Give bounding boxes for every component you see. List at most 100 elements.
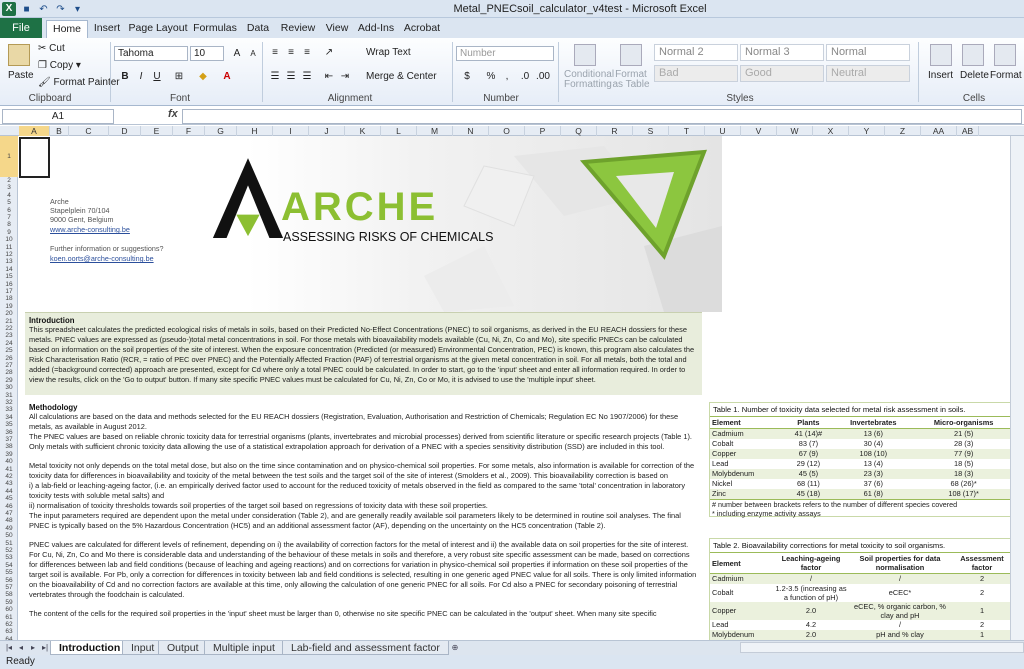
insert-button[interactable]: Insert — [928, 70, 953, 81]
column-header[interactable]: E — [141, 126, 173, 136]
column-header[interactable]: AB — [957, 126, 979, 136]
undo-icon[interactable]: ↶ — [37, 3, 50, 16]
column-header[interactable]: Q — [561, 126, 597, 136]
wrap-text-button[interactable]: Wrap Text — [366, 47, 411, 58]
comma-icon[interactable]: , — [500, 70, 514, 84]
row-header[interactable]: 57 — [0, 584, 18, 591]
qat-dropdown-icon[interactable]: ▾ — [71, 3, 84, 16]
tab-view[interactable]: View — [322, 18, 352, 38]
format-as-table-button[interactable]: Format as Table — [612, 70, 650, 90]
style-normal[interactable]: Normal — [826, 44, 910, 61]
underline-icon[interactable]: U — [150, 70, 164, 84]
font-name-select[interactable]: Tahoma — [114, 46, 188, 61]
percent-icon[interactable]: % — [484, 70, 498, 84]
row-header[interactable]: 49 — [0, 525, 18, 532]
website-link[interactable]: www.arche-consulting.be — [50, 225, 130, 234]
column-header[interactable]: W — [777, 126, 813, 136]
row-header[interactable]: 25 — [0, 347, 18, 354]
row-header[interactable]: 56 — [0, 577, 18, 584]
copy-button[interactable]: ❐ Copy ▾ — [38, 60, 81, 71]
align-middle-icon[interactable]: ≡ — [284, 46, 298, 60]
new-sheet-icon[interactable]: ⊕ — [448, 642, 462, 654]
cut-button[interactable]: ✂ Cut — [38, 43, 65, 54]
tab-formulas[interactable]: Formulas — [192, 18, 238, 38]
column-header[interactable]: U — [705, 126, 741, 136]
tab-data[interactable]: Data — [242, 18, 274, 38]
style-neutral[interactable]: Neutral — [826, 65, 910, 82]
italic-icon[interactable]: I — [134, 70, 148, 84]
row-header[interactable]: 47 — [0, 510, 18, 517]
tab-acrobat[interactable]: Acrobat — [400, 18, 444, 38]
row-header[interactable]: 52 — [0, 547, 18, 554]
row-header[interactable]: 2 — [0, 177, 18, 184]
first-sheet-icon[interactable]: |◂ — [4, 642, 14, 654]
grow-font-icon[interactable]: A — [230, 47, 244, 61]
align-left-icon[interactable]: ☰ — [268, 70, 282, 84]
style-bad[interactable]: Bad — [654, 65, 738, 82]
row-header[interactable]: 42 — [0, 473, 18, 480]
format-button[interactable]: Format — [990, 70, 1022, 81]
decrease-indent-icon[interactable]: ⇤ — [322, 70, 336, 84]
row-header[interactable]: 31 — [0, 392, 18, 399]
tab-review[interactable]: Review — [278, 18, 318, 38]
align-top-icon[interactable]: ≡ — [268, 46, 282, 60]
font-color-icon[interactable]: A — [220, 70, 234, 84]
selected-cell-a1[interactable] — [19, 137, 50, 178]
number-format-select[interactable]: Number — [456, 46, 554, 61]
row-header[interactable]: 61 — [0, 614, 18, 621]
row-header[interactable]: 13 — [0, 258, 18, 265]
sheet-tab-introduction[interactable]: Introduction — [50, 641, 130, 655]
tab-add-ins[interactable]: Add-Ins — [356, 18, 396, 38]
row-header[interactable]: 37 — [0, 436, 18, 443]
style-normal-3[interactable]: Normal 3 — [740, 44, 824, 61]
row-header[interactable]: 23 — [0, 332, 18, 339]
row-header[interactable]: 28 — [0, 369, 18, 376]
align-right-icon[interactable]: ☰ — [300, 70, 314, 84]
row-header[interactable]: 46 — [0, 503, 18, 510]
row-header[interactable]: 62 — [0, 621, 18, 628]
merge-center-button[interactable]: Merge & Center — [366, 71, 437, 82]
last-sheet-icon[interactable]: ▸| — [40, 642, 50, 654]
row-header[interactable]: 36 — [0, 429, 18, 436]
vertical-scrollbar[interactable] — [1010, 136, 1024, 640]
row-header[interactable]: 45 — [0, 495, 18, 502]
column-header[interactable]: I — [273, 126, 309, 136]
row-header[interactable]: 3 — [0, 184, 18, 191]
column-header[interactable]: T — [669, 126, 705, 136]
column-header[interactable]: D — [109, 126, 141, 136]
row-header[interactable]: 9 — [0, 229, 18, 236]
row-header[interactable]: 16 — [0, 281, 18, 288]
paste-button[interactable]: Paste — [8, 70, 34, 81]
row-header[interactable]: 21 — [0, 318, 18, 325]
row-header[interactable]: 24 — [0, 340, 18, 347]
orientation-icon[interactable]: ↗ — [322, 46, 336, 60]
row-header[interactable]: 33 — [0, 406, 18, 413]
row-header[interactable]: 7 — [0, 214, 18, 221]
row-header[interactable]: 44 — [0, 488, 18, 495]
worksheet[interactable]: Arche Stapelplein 70/104 9000 Gent, Belg… — [19, 136, 1024, 640]
column-header[interactable]: Y — [849, 126, 885, 136]
column-header[interactable]: G — [205, 126, 237, 136]
style-normal-2[interactable]: Normal 2 — [654, 44, 738, 61]
formula-input[interactable] — [182, 109, 1022, 124]
email-link[interactable]: koen.oorts@arche-consulting.be — [50, 254, 154, 263]
column-header[interactable]: V — [741, 126, 777, 136]
decrease-decimal-icon[interactable]: .00 — [536, 70, 550, 84]
row-header[interactable]: 41 — [0, 466, 18, 473]
increase-decimal-icon[interactable]: .0 — [518, 70, 532, 84]
row-header[interactable]: 53 — [0, 554, 18, 561]
prev-sheet-icon[interactable]: ◂ — [16, 642, 26, 654]
column-header[interactable]: N — [453, 126, 489, 136]
next-sheet-icon[interactable]: ▸ — [28, 642, 38, 654]
column-header[interactable]: H — [237, 126, 273, 136]
row-header[interactable]: 22 — [0, 325, 18, 332]
row-header[interactable]: 30 — [0, 384, 18, 391]
sheet-tab-lab-field[interactable]: Lab-field and assessment factor — [282, 641, 449, 655]
row-header[interactable]: 6 — [0, 207, 18, 214]
align-bottom-icon[interactable]: ≡ — [300, 46, 314, 60]
column-header[interactable]: S — [633, 126, 669, 136]
row-header[interactable]: 1 — [0, 136, 18, 177]
conditional-formatting-button[interactable]: Conditional Formatting — [564, 70, 614, 90]
row-header[interactable]: 17 — [0, 288, 18, 295]
column-header[interactable]: K — [345, 126, 381, 136]
